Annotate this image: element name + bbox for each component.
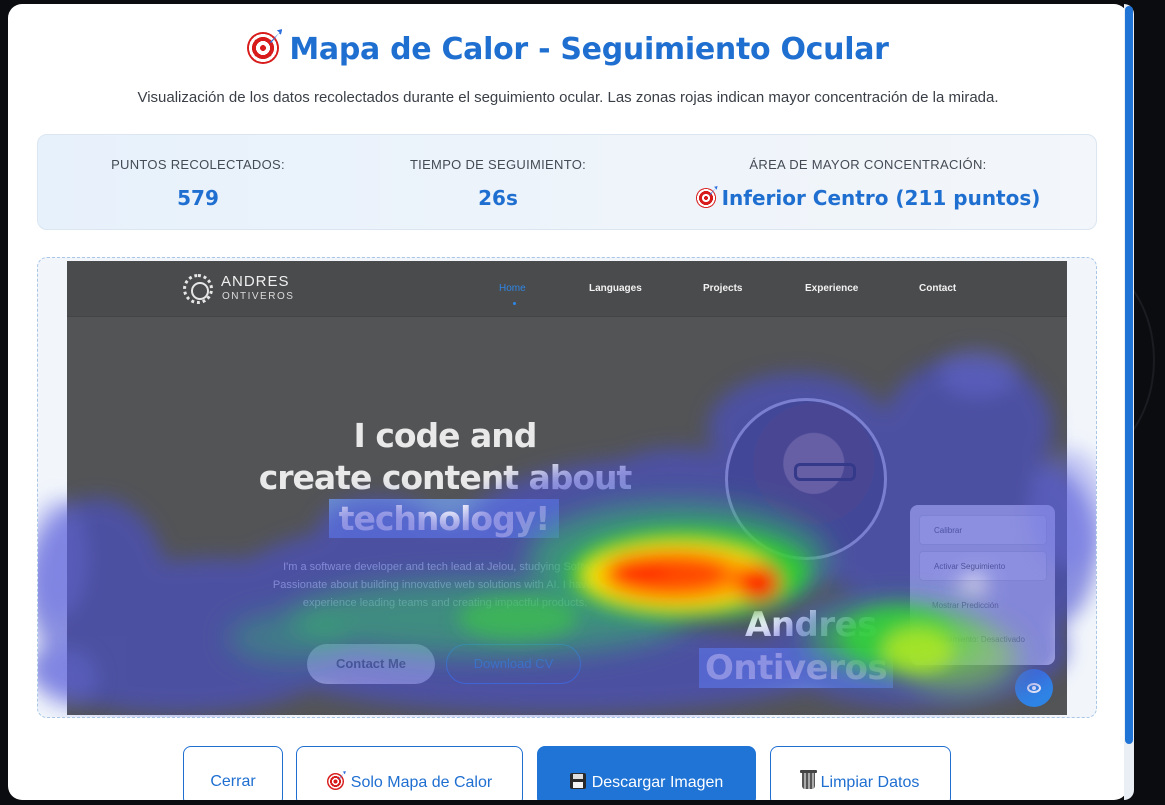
heatmap-only-button[interactable]: Solo Mapa de Calor (296, 746, 523, 800)
site-contact-button: Contact Me (307, 644, 435, 684)
stat-points-label: PUNTOS RECOLECTADOS: (111, 157, 285, 172)
site-name-last: Ontiveros (699, 648, 894, 688)
stat-time-value: 26s (478, 186, 518, 210)
site-hero-line2: create content about (258, 458, 633, 497)
site-hero-paragraph-3: experience leading teams and creating im… (302, 597, 588, 609)
stat-area-label: ÁREA DE MAYOR CONCENTRACIÓN: (749, 157, 987, 172)
eye-tracking-panel: Calibrar Activar Seguimiento Mostrar Pre… (910, 505, 1055, 665)
action-bar: Cerrar Solo Mapa de Calor Descargar Imag… (8, 746, 1128, 800)
modal-title-text: Mapa de Calor - Seguimiento Ocular (289, 32, 889, 67)
panel-activate-tracking: Activar Seguimiento (919, 551, 1047, 581)
site-logo-name: ANDRES (221, 273, 290, 290)
panel-status: Seguimiento: Desactivado (932, 635, 1025, 644)
target-icon (326, 771, 346, 790)
stat-area: ÁREA DE MAYOR CONCENTRACIÓN: Inferior Ce… (678, 157, 1058, 210)
heatmap-only-label: Solo Mapa de Calor (350, 774, 493, 791)
modal-subtitle: Visualización de los datos recolectados … (137, 89, 999, 106)
site-nav-home: Home (499, 283, 526, 294)
site-logo-sub: ONTIVEROS (222, 291, 295, 302)
stat-points: PUNTOS RECOLECTADOS: 579 (98, 157, 298, 210)
close-button[interactable]: Cerrar (183, 746, 283, 800)
clear-data-label: Limpiar Datos (820, 774, 920, 791)
site-nav-projects: Projects (703, 283, 743, 294)
stat-time-label: TIEMPO DE SEGUIMIENTO: (409, 157, 587, 172)
site-hero-paragraph-1: I'm a software developer and tech lead a… (283, 561, 607, 573)
target-icon (247, 29, 283, 64)
stats-panel: PUNTOS RECOLECTADOS: 579 TIEMPO DE SEGUI… (37, 134, 1097, 230)
close-button-label: Cerrar (210, 773, 256, 790)
stat-time: TIEMPO DE SEGUIMIENTO: 26s (398, 157, 598, 210)
stat-area-value-row: Inferior Centro (211 puntos) (678, 186, 1058, 210)
site-nav-experience: Experience (805, 283, 859, 294)
heatmap-modal: Mapa de Calor - Seguimiento Ocular Visua… (8, 4, 1128, 800)
panel-calibrate: Calibrar (919, 515, 1047, 545)
download-image-button[interactable]: Descargar Imagen (537, 746, 756, 800)
clear-data-button[interactable]: Limpiar Datos (770, 746, 951, 800)
site-nav-languages: Languages (589, 283, 642, 294)
site-name-first: Andres (745, 605, 877, 645)
site-navbar: ANDRES ONTIVEROS Home Languages Projects… (67, 261, 1067, 317)
gear-logo-icon (183, 274, 213, 304)
eye-icon (1027, 683, 1041, 693)
floppy-disk-icon (569, 773, 586, 789)
download-image-label: Descargar Imagen (591, 774, 724, 791)
site-hero-paragraph-2: Passionate about building innovative web… (272, 579, 618, 591)
nav-active-dot (513, 302, 516, 305)
profile-photo (725, 398, 887, 560)
website-screenshot: ANDRES ONTIVEROS Home Languages Projects… (67, 261, 1067, 715)
modal-title: Mapa de Calor - Seguimiento Ocular (8, 29, 1128, 67)
eye-toggle-button (1015, 669, 1053, 707)
site-hero-line3: technology! (329, 499, 559, 538)
site-hero-line1: I code and (353, 416, 538, 455)
trash-icon (799, 770, 817, 789)
scrollbar-thumb[interactable] (1125, 6, 1133, 744)
stat-area-value: Inferior Centro (211 puntos) (721, 186, 1041, 210)
panel-prediction: Mostrar Predicción (932, 601, 999, 610)
site-download-cv-button: Download CV (446, 644, 581, 684)
site-nav-contact: Contact (919, 283, 957, 294)
heatmap-canvas: ANDRES ONTIVEROS Home Languages Projects… (37, 257, 1097, 718)
stat-points-value: 579 (177, 186, 219, 210)
target-icon (695, 186, 718, 208)
